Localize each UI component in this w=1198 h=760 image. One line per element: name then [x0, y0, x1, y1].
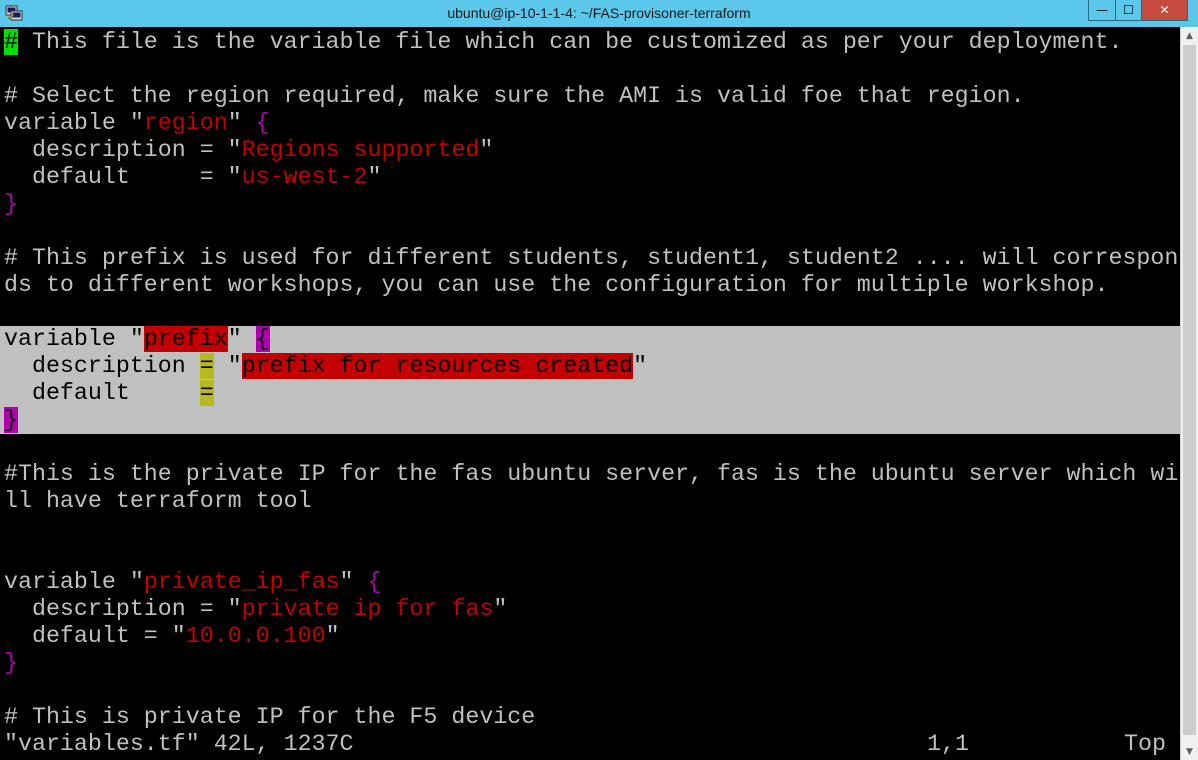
- fas-comment-line-2: ll have terraform tool: [4, 488, 312, 515]
- fas-comment-line-1: #This is the private IP for the fas ubun…: [4, 461, 1178, 488]
- quote-text: ": [227, 110, 256, 136]
- comment-text: # Select the region required, make sure …: [4, 83, 1025, 109]
- scroll-down-icon[interactable]: ▼: [1181, 743, 1198, 760]
- open-brace: {: [255, 326, 270, 352]
- editor-line-1: # This file is the variable file which c…: [4, 29, 1122, 56]
- vim-status-scroll: Top: [1124, 731, 1166, 757]
- quote-text: ": [493, 596, 508, 622]
- region-declaration: variable "region" {: [4, 110, 270, 137]
- equals-sign: =: [199, 380, 214, 406]
- comment-text: #This is the private IP for the fas ubun…: [4, 461, 1179, 487]
- keyword-text: variable ": [4, 110, 144, 136]
- scrollbar-thumb[interactable]: [1183, 45, 1196, 735]
- vertical-scrollbar[interactable]: ▲ ▼: [1180, 27, 1198, 760]
- keyword-text: variable ": [4, 326, 144, 352]
- minimize-button[interactable]: —: [1089, 0, 1115, 20]
- quote-text: ": [633, 353, 648, 379]
- private-ip-fas-close: }: [4, 650, 18, 677]
- window-title: ubuntu@ip-10-1-1-4: ~/FAS-provisoner-ter…: [447, 5, 751, 21]
- string-value: private ip for fas: [241, 596, 494, 622]
- private-ip-fas-declaration: variable "private_ip_fas" {: [4, 569, 382, 596]
- region-description: description = "Regions supported": [4, 137, 493, 164]
- close-button[interactable]: ✕: [1141, 0, 1187, 20]
- prefix-default: default =: [4, 380, 214, 407]
- minimize-icon: —: [1096, 3, 1108, 17]
- quote-text: ": [325, 623, 340, 649]
- editor-line-3: # Select the region required, make sure …: [4, 83, 1025, 110]
- private-ip-fas-default: default = "10.0.0.100": [4, 623, 340, 650]
- comment-text: # This prefix is used for different stud…: [4, 245, 1179, 271]
- f5-comment-line: # This is private IP for the F5 device: [4, 704, 535, 731]
- region-default: default = "us-west-2": [4, 164, 382, 191]
- variable-name: prefix: [143, 326, 228, 352]
- window-controls: — ☐ ✕: [1088, 0, 1188, 21]
- vim-status-file-info: "variables.tf" 42L, 1237C: [4, 731, 354, 758]
- close-icon: ✕: [1159, 3, 1170, 17]
- attribute-text: default = ": [4, 623, 186, 649]
- string-value: 10.0.0.100: [185, 623, 326, 649]
- prefix-close: }: [4, 407, 18, 434]
- attribute-text: description = ": [4, 596, 242, 622]
- comment-text: This file is the variable file which can…: [17, 29, 1123, 55]
- close-brace: }: [4, 650, 18, 676]
- quote-text: ": [213, 353, 242, 379]
- string-value: Regions supported: [241, 137, 480, 163]
- keyword-text: variable ": [4, 569, 144, 595]
- prefix-declaration: variable "prefix" {: [4, 326, 270, 353]
- equals-sign: =: [199, 353, 214, 379]
- open-brace: {: [255, 110, 270, 136]
- attribute-text: description = ": [4, 137, 242, 163]
- quote-text: ": [367, 164, 382, 190]
- string-value: prefix for resources created: [241, 353, 634, 379]
- prefix-comment-line-1: # This prefix is used for different stud…: [4, 245, 1178, 272]
- text-cursor: #: [4, 29, 18, 55]
- variable-name: region: [143, 110, 228, 136]
- quote-text: ": [339, 569, 368, 595]
- maximize-icon: ☐: [1123, 3, 1134, 17]
- terminal-window: ubuntu@ip-10-1-1-4: ~/FAS-provisoner-ter…: [0, 0, 1198, 760]
- file-info: "variables.tf" 42L, 1237C: [4, 731, 354, 757]
- quote-text: ": [479, 137, 494, 163]
- comment-text: ll have terraform tool: [4, 488, 312, 514]
- close-brace: }: [4, 191, 18, 217]
- comment-text: ds to different workshops, you can use t…: [4, 272, 1109, 298]
- private-ip-fas-description: description = "private ip for fas": [4, 596, 507, 623]
- attribute-text: default = ": [4, 164, 242, 190]
- quote-text: ": [227, 326, 256, 352]
- prefix-description: description = "prefix for resources crea…: [4, 353, 647, 380]
- scroll-up-icon[interactable]: ▲: [1181, 27, 1198, 44]
- attribute-text: description: [4, 353, 200, 379]
- vim-status-position: 1,1: [927, 731, 969, 757]
- open-brace: {: [367, 569, 382, 595]
- string-value: us-west-2: [241, 164, 368, 190]
- variable-name: private_ip_fas: [143, 569, 340, 595]
- terminal-content[interactable]: # This file is the variable file which c…: [0, 27, 1180, 760]
- region-close: }: [4, 191, 18, 218]
- close-brace: }: [4, 407, 18, 433]
- attribute-text: default: [4, 380, 200, 406]
- title-bar[interactable]: ubuntu@ip-10-1-1-4: ~/FAS-provisoner-ter…: [0, 0, 1198, 27]
- maximize-button[interactable]: ☐: [1115, 0, 1141, 20]
- prefix-comment-line-2: ds to different workshops, you can use t…: [4, 272, 1108, 299]
- comment-text: # This is private IP for the F5 device: [4, 704, 536, 730]
